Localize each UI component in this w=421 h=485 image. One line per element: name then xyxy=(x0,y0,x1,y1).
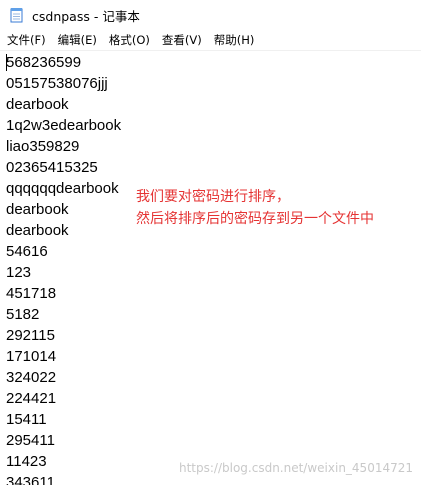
annotation-line-2: 然后将排序后的密码存到另一个文件中 xyxy=(136,211,374,227)
text-line: 5182 xyxy=(6,306,40,323)
text-line: 224421 xyxy=(6,390,57,407)
menu-view[interactable]: 查看(V) xyxy=(157,30,207,50)
notepad-icon xyxy=(10,7,24,23)
text-line: dearbook xyxy=(6,96,69,113)
menu-file[interactable]: 文件(F) xyxy=(2,30,51,50)
text-line: 292115 xyxy=(6,327,55,344)
text-line: liao359829 xyxy=(6,138,80,155)
menu-bar: 文件(F) 编辑(E) 格式(O) 查看(V) 帮助(H) xyxy=(0,30,421,50)
annotation-line-1: 我们要对密码进行排序， xyxy=(136,189,290,205)
red-annotation: 我们要对密码进行排序， 然后将排序后的密码存到另一个文件中 xyxy=(136,186,374,230)
text-line: qqqqqqdearbook xyxy=(6,180,119,197)
text-line: 171014 xyxy=(6,348,57,365)
menu-help[interactable]: 帮助(H) xyxy=(209,30,260,50)
text-line: 54616 xyxy=(6,243,48,260)
text-line: 343611 xyxy=(6,474,55,485)
text-line: 1q2w3edearbook xyxy=(6,117,122,134)
window-title: csdnpass - 记事本 xyxy=(32,8,140,24)
text-line: 15411 xyxy=(6,411,47,428)
text-line: 123 xyxy=(6,264,32,281)
text-lines: 568236599 05157538076jjj dearbook 1q2w3e… xyxy=(6,52,121,485)
text-line: 295411 xyxy=(6,432,55,449)
title-bar: csdnpass - 记事本 xyxy=(0,0,421,30)
menu-edit[interactable]: 编辑(E) xyxy=(53,30,102,50)
text-line: 568236599 xyxy=(6,54,82,71)
text-editor[interactable]: 568236599 05157538076jjj dearbook 1q2w3e… xyxy=(0,50,421,485)
text-line: 324022 xyxy=(6,369,57,386)
text-line: 02365415325 xyxy=(6,159,98,176)
text-line: 451718 xyxy=(6,285,57,302)
text-line: 11423 xyxy=(6,453,47,470)
text-line: dearbook xyxy=(6,222,69,239)
watermark: https://blog.csdn.net/weixin_45014721 xyxy=(178,461,413,475)
text-line: 05157538076jjj xyxy=(6,75,108,92)
text-line: dearbook xyxy=(6,201,69,218)
menu-format[interactable]: 格式(O) xyxy=(104,30,155,50)
